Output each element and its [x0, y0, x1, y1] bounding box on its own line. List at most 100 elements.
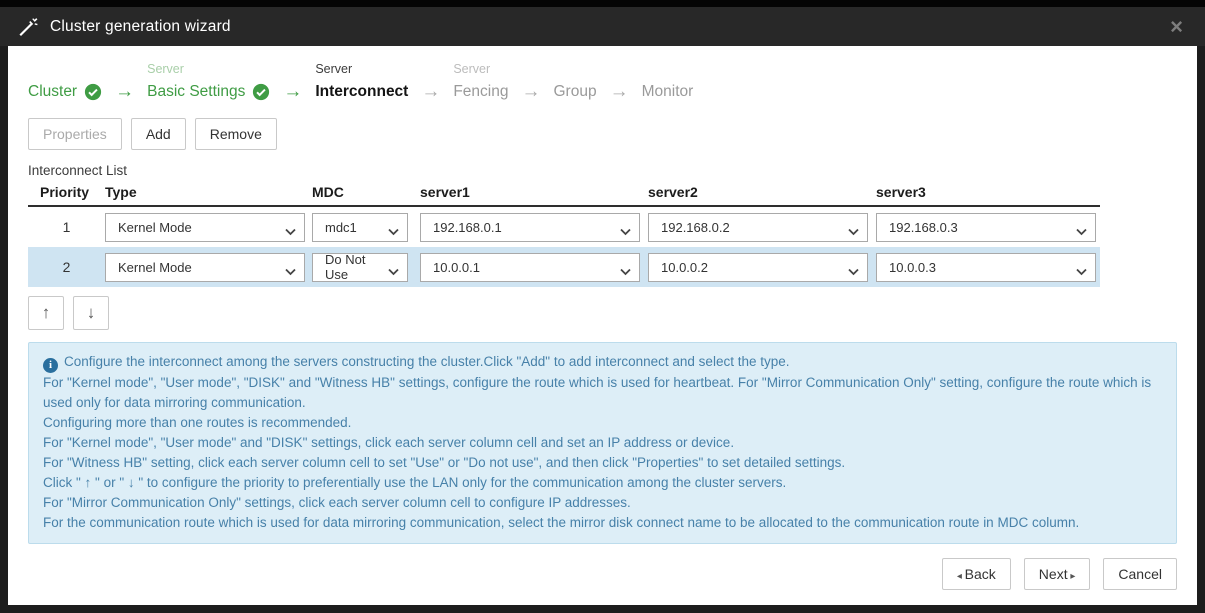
info-icon: i	[43, 358, 58, 373]
server2-select[interactable]: 192.168.0.2	[648, 213, 868, 242]
step-sublabel: Server	[147, 60, 270, 79]
server1-select[interactable]: 192.168.0.1	[420, 213, 640, 242]
server1-select[interactable]: 10.0.0.1	[420, 253, 640, 282]
table-header-row: Priority Type MDC server1 server2 server…	[28, 184, 1100, 207]
step-sublabel	[28, 60, 102, 79]
priority-value: 2	[28, 259, 105, 275]
wizard-content: Cluster → Server Basic Settings → S	[8, 46, 1197, 605]
add-button[interactable]: Add	[131, 118, 186, 150]
step-label: Monitor	[642, 83, 694, 101]
info-line: For "Witness HB" setting, click each ser…	[43, 453, 1162, 473]
step-arrow-icon: →	[509, 79, 554, 105]
chevron-down-icon	[388, 224, 399, 239]
server1-select-value: 192.168.0.1	[433, 220, 502, 235]
info-line: Configuring more than one routes is reco…	[43, 413, 1162, 433]
server2-select[interactable]: 10.0.0.2	[648, 253, 868, 282]
step-sublabel: Server	[315, 60, 408, 79]
server2-select-value: 10.0.0.2	[661, 260, 708, 275]
column-header-server2: server2	[648, 184, 876, 200]
toolbar: Properties Add Remove	[20, 118, 1185, 150]
server1-select-value: 10.0.0.1	[433, 260, 480, 275]
info-line: For "Mirror Communication Only" settings…	[43, 493, 1162, 513]
table-row-selected[interactable]: 2 Kernel Mode Do Not Use 10.0.0.1	[28, 247, 1100, 287]
column-header-mdc: MDC	[312, 184, 420, 200]
next-button[interactable]: Next ▸	[1024, 558, 1091, 590]
check-circle-icon	[84, 83, 102, 101]
info-text: Configure the interconnect among the ser…	[64, 354, 790, 369]
info-panel: i Configure the interconnect among the se…	[28, 342, 1177, 544]
cancel-button[interactable]: Cancel	[1103, 558, 1177, 590]
step-label: Basic Settings	[147, 83, 245, 101]
step-arrow-icon: →	[102, 79, 147, 105]
server3-select-value: 10.0.0.3	[889, 260, 936, 275]
step-basic-settings[interactable]: Server Basic Settings	[147, 60, 270, 105]
column-header-server1: server1	[420, 184, 648, 200]
info-line: Click " ↑ " or " ↓ " to configure the pr…	[43, 473, 1162, 493]
chevron-down-icon	[285, 224, 296, 239]
type-select[interactable]: Kernel Mode	[105, 213, 305, 242]
next-button-label: Next	[1039, 566, 1068, 582]
step-arrow-icon: →	[408, 79, 453, 105]
step-label: Group	[554, 83, 597, 101]
server3-select[interactable]: 10.0.0.3	[876, 253, 1096, 282]
left-triangle-icon: ◂	[957, 571, 965, 582]
magic-wand-icon	[18, 17, 39, 37]
server3-select-value: 192.168.0.3	[889, 220, 958, 235]
interconnect-table: Priority Type MDC server1 server2 server…	[28, 184, 1100, 287]
wizard-stepper: Cluster → Server Basic Settings → S	[20, 60, 1185, 105]
window-title: Cluster generation wizard	[50, 18, 231, 36]
step-label: Fencing	[453, 83, 508, 101]
step-sublabel	[554, 60, 597, 79]
wizard-dialog: Cluster generation wizard × Cluster → Se…	[0, 0, 1205, 613]
chevron-down-icon	[848, 264, 859, 279]
footer-actions: ◂ Back Next ▸ Cancel	[942, 558, 1177, 590]
move-down-button[interactable]: ↓	[73, 296, 109, 330]
properties-button[interactable]: Properties	[28, 118, 122, 150]
chevron-down-icon	[285, 264, 296, 279]
interconnect-list-title: Interconnect List	[20, 163, 1185, 178]
chevron-down-icon	[1076, 264, 1087, 279]
mdc-select-value: Do Not Use	[325, 252, 383, 282]
info-line: For "Kernel mode", "User mode" and "DISK…	[43, 433, 1162, 453]
info-line: i Configure the interconnect among the se…	[43, 352, 1162, 373]
dialog-top-border	[0, 0, 1205, 7]
type-select-value: Kernel Mode	[118, 220, 192, 235]
chevron-down-icon	[848, 224, 859, 239]
table-row[interactable]: 1 Kernel Mode mdc1 192.168.0.1	[28, 207, 1100, 247]
step-arrow-icon: →	[597, 79, 642, 105]
step-label: Interconnect	[315, 83, 408, 101]
step-interconnect[interactable]: Server Interconnect	[315, 60, 408, 105]
mdc-select[interactable]: Do Not Use	[312, 253, 408, 282]
column-header-server3: server3	[876, 184, 1100, 200]
info-line: For the communication route which is use…	[43, 513, 1162, 533]
chevron-down-icon	[620, 224, 631, 239]
close-icon[interactable]: ×	[1166, 16, 1187, 38]
back-button-label: Back	[965, 566, 996, 582]
move-up-button[interactable]: ↑	[28, 296, 64, 330]
type-select[interactable]: Kernel Mode	[105, 253, 305, 282]
chevron-down-icon	[1076, 224, 1087, 239]
check-circle-icon	[252, 83, 270, 101]
priority-value: 1	[28, 219, 105, 235]
step-cluster[interactable]: Cluster	[28, 60, 102, 105]
chevron-down-icon	[620, 264, 631, 279]
remove-button[interactable]: Remove	[195, 118, 277, 150]
back-button[interactable]: ◂ Back	[942, 558, 1011, 590]
chevron-down-icon	[388, 264, 399, 279]
info-line: For "Kernel mode", "User mode", "DISK" a…	[43, 373, 1162, 413]
server3-select[interactable]: 192.168.0.3	[876, 213, 1096, 242]
step-fencing[interactable]: Server Fencing	[453, 60, 508, 105]
server2-select-value: 192.168.0.2	[661, 220, 730, 235]
mdc-select-value: mdc1	[325, 220, 357, 235]
step-monitor[interactable]: Monitor	[642, 60, 694, 105]
type-select-value: Kernel Mode	[118, 260, 192, 275]
step-group[interactable]: Group	[554, 60, 597, 105]
mdc-select[interactable]: mdc1	[312, 213, 408, 242]
column-header-type: Type	[105, 184, 312, 200]
step-sublabel	[642, 60, 694, 79]
titlebar: Cluster generation wizard ×	[0, 7, 1205, 46]
priority-controls: ↑ ↓	[20, 296, 1185, 330]
step-arrow-icon: →	[270, 79, 315, 105]
step-label: Cluster	[28, 83, 77, 101]
right-triangle-icon: ▸	[1068, 571, 1076, 582]
